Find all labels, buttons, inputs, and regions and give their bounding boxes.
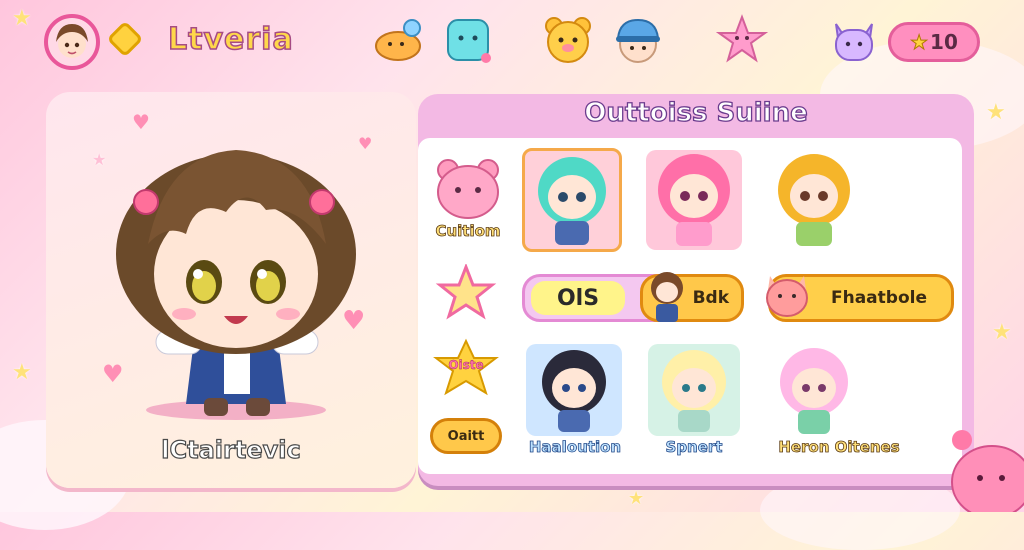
item-button[interactable]: Oaitt xyxy=(430,418,502,454)
star-decoration: ★ xyxy=(12,360,32,385)
character-name: lCtairtevic xyxy=(161,435,302,464)
button-c-label: Fhaatbole xyxy=(831,288,927,308)
button-b-label: Bdk xyxy=(692,288,729,308)
bird-icon[interactable] xyxy=(372,14,424,66)
category-bear[interactable] xyxy=(428,152,508,222)
star-face-icon[interactable] xyxy=(716,14,768,66)
panel-body: Cuitiom OlS Bdk Fhaatbole Oiste Oaitt Ha… xyxy=(418,138,962,474)
badge-label: Oiste xyxy=(448,358,484,372)
profile-avatar[interactable] xyxy=(44,14,100,70)
star-decoration: ★ xyxy=(992,320,1012,345)
bear-icon[interactable] xyxy=(542,14,594,66)
outfit-slot-lilac-girl[interactable] xyxy=(764,342,864,438)
category-label: Cuitiom xyxy=(435,222,501,241)
small-boy-icon xyxy=(651,272,683,322)
star-decoration: ★ xyxy=(986,100,1006,125)
bear-face-icon xyxy=(437,159,499,219)
top-bar: Ltveria ★ 10 xyxy=(0,0,1024,84)
outfit-panel: Outtoiss Suiine Cuitiom OlS Bdk Fhaatbol… xyxy=(418,94,974,486)
mint-hair-girl-icon xyxy=(538,157,606,245)
star-icon: ★ xyxy=(910,30,929,55)
star-icon[interactable] xyxy=(434,264,498,324)
star-decoration: ★ xyxy=(628,488,645,509)
corner-pet-icon xyxy=(951,430,1024,512)
pill-value: OlS xyxy=(531,281,625,315)
slot-label-3: Heron Oitenes xyxy=(778,438,900,457)
outfit-slot-blonde-boy[interactable] xyxy=(648,344,740,436)
blonde-girl-icon xyxy=(778,154,850,246)
cat-icon[interactable] xyxy=(828,14,880,66)
avatar-icon xyxy=(56,24,88,58)
panel-title: Outtoiss Suiine xyxy=(584,97,809,128)
slot-label-2: Spnert xyxy=(665,438,723,457)
light-hair-girl-icon xyxy=(662,350,726,432)
item-button-label: Oaitt xyxy=(447,428,485,444)
lilac-hair-girl-icon xyxy=(780,348,848,434)
chibi-character-portrait[interactable] xyxy=(96,114,366,424)
outfit-slot-dark-hair[interactable] xyxy=(526,344,622,436)
outfit-slot-pink-girl[interactable] xyxy=(646,150,742,250)
character-card: ♥ ♥ ♥ ♥ ★ lCtairtevic xyxy=(46,92,416,488)
stars-counter-button[interactable]: ★ 10 xyxy=(888,22,980,62)
slot-label-1: Haaloution xyxy=(528,438,622,457)
game-title: Ltveria xyxy=(167,21,294,58)
gem-icon[interactable] xyxy=(106,20,144,58)
pink-hair-girl-icon xyxy=(658,154,730,246)
outfit-slot-blonde-girl[interactable] xyxy=(764,150,864,250)
cap-icon[interactable] xyxy=(612,14,664,66)
dark-hair-girl-icon xyxy=(542,350,606,432)
pink-pet-icon xyxy=(766,276,808,317)
cube-icon[interactable] xyxy=(442,14,494,66)
outfit-slot-mint-girl[interactable] xyxy=(522,148,622,252)
stars-count: 10 xyxy=(930,30,958,54)
